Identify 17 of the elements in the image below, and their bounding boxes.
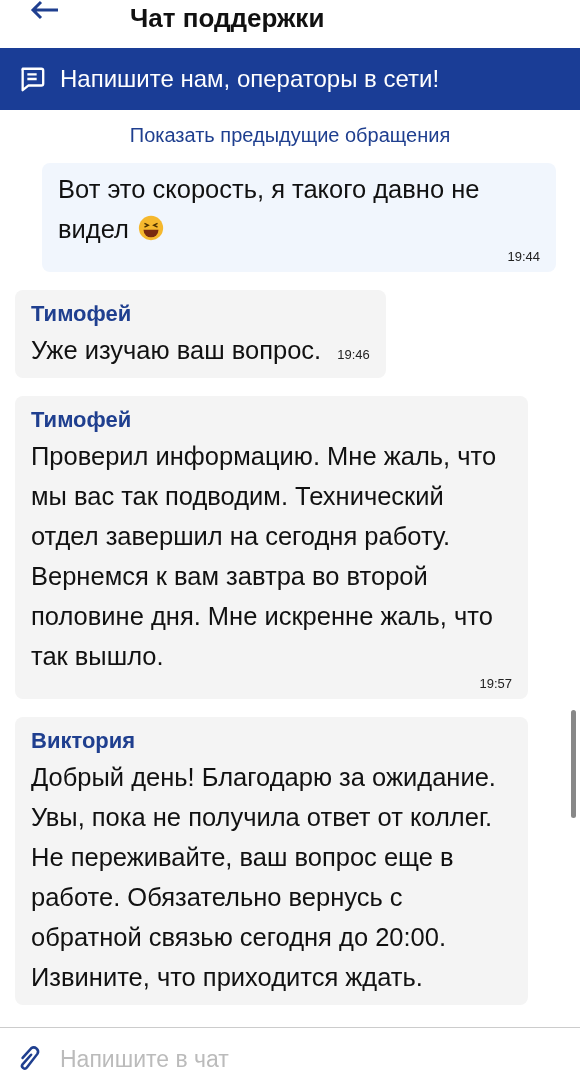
screen-title: Чат поддержки — [130, 2, 325, 34]
message-input[interactable]: Напишите в чат — [58, 1044, 522, 1074]
message-time: 19:44 — [507, 249, 540, 264]
scrollbar[interactable] — [571, 710, 576, 818]
back-arrow-icon[interactable] — [30, 0, 60, 20]
operator-name: Виктория — [31, 727, 137, 755]
banner-text: Напишите нам, операторы в сети! — [60, 65, 440, 93]
message-time: 19:57 — [479, 676, 512, 691]
message-time: 19:46 — [337, 347, 370, 362]
message-text: Уже изучаю ваш вопрос. — [31, 335, 322, 366]
operator-name: Тимофей — [31, 300, 133, 328]
message-text: Проверил информацию. Мне жаль, что мы вас так подводим. Технический отдел завершил на сегодня работу. Вернемся к вам завтра во второй половине дня. Мне искренне жаль, что так вышло. — [31, 441, 498, 672]
message-text: Вот это скорость, я такого давно не видел — [58, 175, 480, 243]
message-text: Добрый день! Благодарю за ожидание. Увы, пока не получила ответ от коллег. Не переживайте, ваш вопрос еще в работе. Обязательно вернусь с обратной связью сегодня до 20:00. Извините, что приходится ждать. — [31, 762, 497, 993]
chat-bubble-icon — [18, 65, 46, 93]
operator-name: Тимофей — [31, 406, 133, 434]
history-link[interactable]: Показать предыдущие обращения — [129, 124, 451, 147]
